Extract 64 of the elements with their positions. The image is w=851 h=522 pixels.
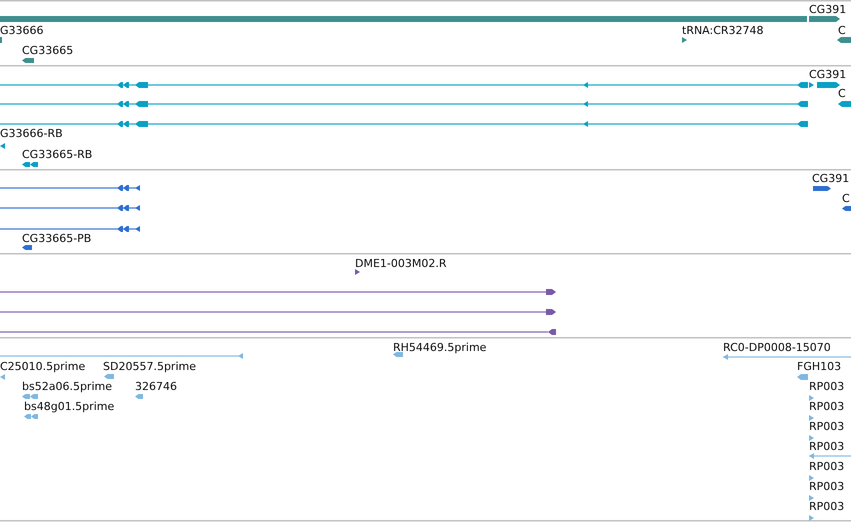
feature-bar[interactable] bbox=[22, 394, 30, 399]
feature-bar[interactable] bbox=[837, 37, 851, 43]
transcript-drawing[interactable] bbox=[0, 121, 808, 127]
feature-marker[interactable] bbox=[809, 515, 814, 521]
feature-marker[interactable] bbox=[809, 415, 814, 421]
feature-label: CG33665-RB bbox=[22, 148, 92, 161]
transcript-drawing[interactable] bbox=[0, 289, 556, 295]
transcript-drawing[interactable] bbox=[0, 226, 140, 232]
feature-label: C bbox=[842, 192, 850, 205]
feature-label: CG391 bbox=[812, 172, 850, 185]
feature-label: CG391 bbox=[809, 3, 846, 16]
feature-marker[interactable] bbox=[809, 395, 814, 401]
feature-label: C bbox=[838, 87, 846, 100]
transcript-drawing[interactable] bbox=[0, 185, 140, 191]
transcript-drawing[interactable] bbox=[0, 101, 808, 107]
feature-bar[interactable] bbox=[22, 162, 30, 167]
feature-label: CG33665 bbox=[22, 44, 74, 57]
feature-label: C bbox=[838, 24, 846, 37]
feature-label: FGH103 bbox=[797, 360, 842, 373]
feature-bar[interactable] bbox=[817, 82, 840, 88]
feature-label: G33666-RB bbox=[0, 127, 63, 140]
feature-label: RP003 bbox=[809, 440, 844, 453]
feature-marker[interactable] bbox=[809, 475, 814, 481]
feature-label: CG33665-PB bbox=[22, 232, 92, 245]
feature-label: RP003 bbox=[809, 380, 844, 393]
feature-label: tRNA:CR32748 bbox=[682, 24, 764, 37]
feature-bar[interactable] bbox=[813, 186, 831, 191]
feature-bar[interactable] bbox=[842, 206, 851, 211]
transcript-drawing[interactable] bbox=[0, 329, 556, 335]
feature-bar[interactable] bbox=[31, 414, 38, 419]
feature-marker[interactable] bbox=[0, 143, 5, 149]
feature-bar[interactable] bbox=[809, 16, 840, 22]
feature-label: CG391 bbox=[809, 68, 846, 81]
feature-bar[interactable] bbox=[30, 162, 38, 167]
feature-bar[interactable] bbox=[838, 101, 851, 107]
feature-label: DME1-003M02.R bbox=[355, 257, 447, 270]
feature-label: RP003 bbox=[809, 460, 844, 473]
feature-label: bs52a06.5prime bbox=[22, 380, 112, 393]
feature-label: RP003 bbox=[809, 420, 844, 433]
feature-bar[interactable] bbox=[135, 394, 143, 399]
feature-label: RP003 bbox=[809, 480, 844, 493]
feature-label: SD20557.5prime bbox=[103, 360, 196, 373]
feature-label: bs48g01.5prime bbox=[24, 400, 114, 413]
feature-label: 326746 bbox=[135, 380, 177, 393]
feature-bar[interactable] bbox=[24, 414, 31, 419]
feature-marker[interactable] bbox=[809, 435, 814, 441]
feature-bar[interactable] bbox=[22, 245, 32, 250]
feature-label: G33666 bbox=[0, 24, 44, 37]
feature-bar[interactable] bbox=[30, 394, 38, 399]
feature-bar[interactable] bbox=[104, 374, 114, 379]
feature-label: RP003 bbox=[809, 500, 844, 513]
feature-label: RP003 bbox=[809, 400, 844, 413]
feature-bar[interactable] bbox=[797, 374, 808, 380]
feature-label: RC0-DP0008-15070 bbox=[723, 341, 831, 354]
feature-bar[interactable] bbox=[393, 352, 403, 357]
feature-marker[interactable] bbox=[682, 37, 687, 43]
transcript-drawing[interactable] bbox=[0, 205, 140, 211]
feature-label: C25010.5prime bbox=[0, 360, 86, 373]
feature-label: RH54469.5prime bbox=[393, 341, 486, 354]
feature-marker[interactable] bbox=[0, 374, 5, 380]
feature-marker[interactable] bbox=[809, 495, 814, 501]
transcript-drawing[interactable] bbox=[0, 309, 556, 315]
feature-marker[interactable] bbox=[355, 269, 360, 275]
feature-bar[interactable] bbox=[22, 58, 34, 63]
